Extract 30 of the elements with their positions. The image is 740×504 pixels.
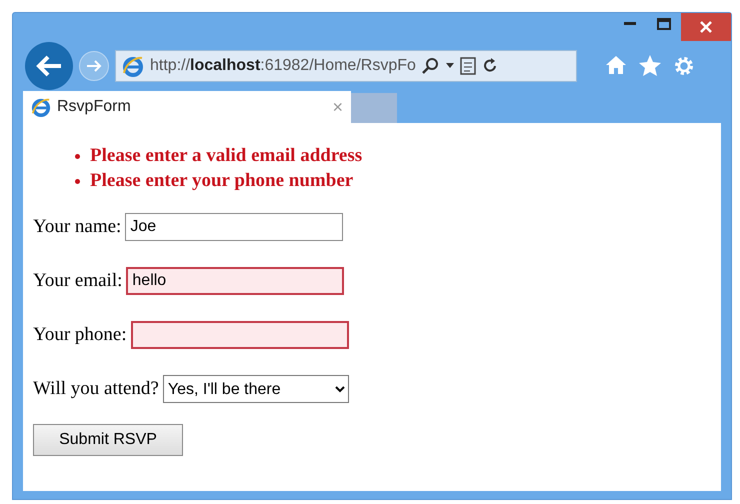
input-field[interactable]: hello — [126, 267, 344, 295]
field-label: Will you attend? — [33, 378, 159, 400]
arrow-left-icon — [35, 54, 63, 78]
address-bar[interactable]: http://localhost:61982/Home/RsvpFo — [115, 50, 577, 82]
minimize-icon — [624, 22, 636, 26]
search-icon[interactable] — [422, 57, 440, 75]
tab-label: RsvpForm — [57, 98, 132, 116]
url-text: http://localhost:61982/Home/RsvpFo — [150, 57, 416, 75]
back-button[interactable] — [25, 42, 73, 90]
browser-tab[interactable]: RsvpForm × — [23, 91, 351, 123]
field-label: Your email: — [33, 270, 122, 292]
compatibility-icon[interactable] — [460, 57, 476, 75]
field-label: Your phone: — [33, 324, 127, 346]
close-button[interactable] — [681, 13, 731, 41]
star-icon[interactable] — [639, 55, 661, 76]
dropdown[interactable]: Yes, I'll be there — [162, 375, 349, 403]
bullet-icon — [75, 178, 80, 184]
arrow-right-icon — [86, 59, 102, 73]
input-field[interactable]: Joe — [125, 213, 344, 241]
error-message: Please enter a valid email address — [90, 145, 362, 167]
close-icon — [700, 21, 712, 33]
browser-logo-icon — [31, 97, 51, 117]
bullet-icon — [75, 154, 80, 158]
field-label: Your name: — [33, 216, 122, 238]
error-message: Please enter your phone number — [90, 170, 354, 192]
maximize-icon — [657, 18, 671, 30]
submit-button[interactable]: Submit RSVP — [33, 424, 183, 456]
input-field[interactable] — [130, 321, 349, 349]
browser-logo-icon — [122, 55, 144, 77]
caret-icon[interactable] — [446, 63, 454, 69]
